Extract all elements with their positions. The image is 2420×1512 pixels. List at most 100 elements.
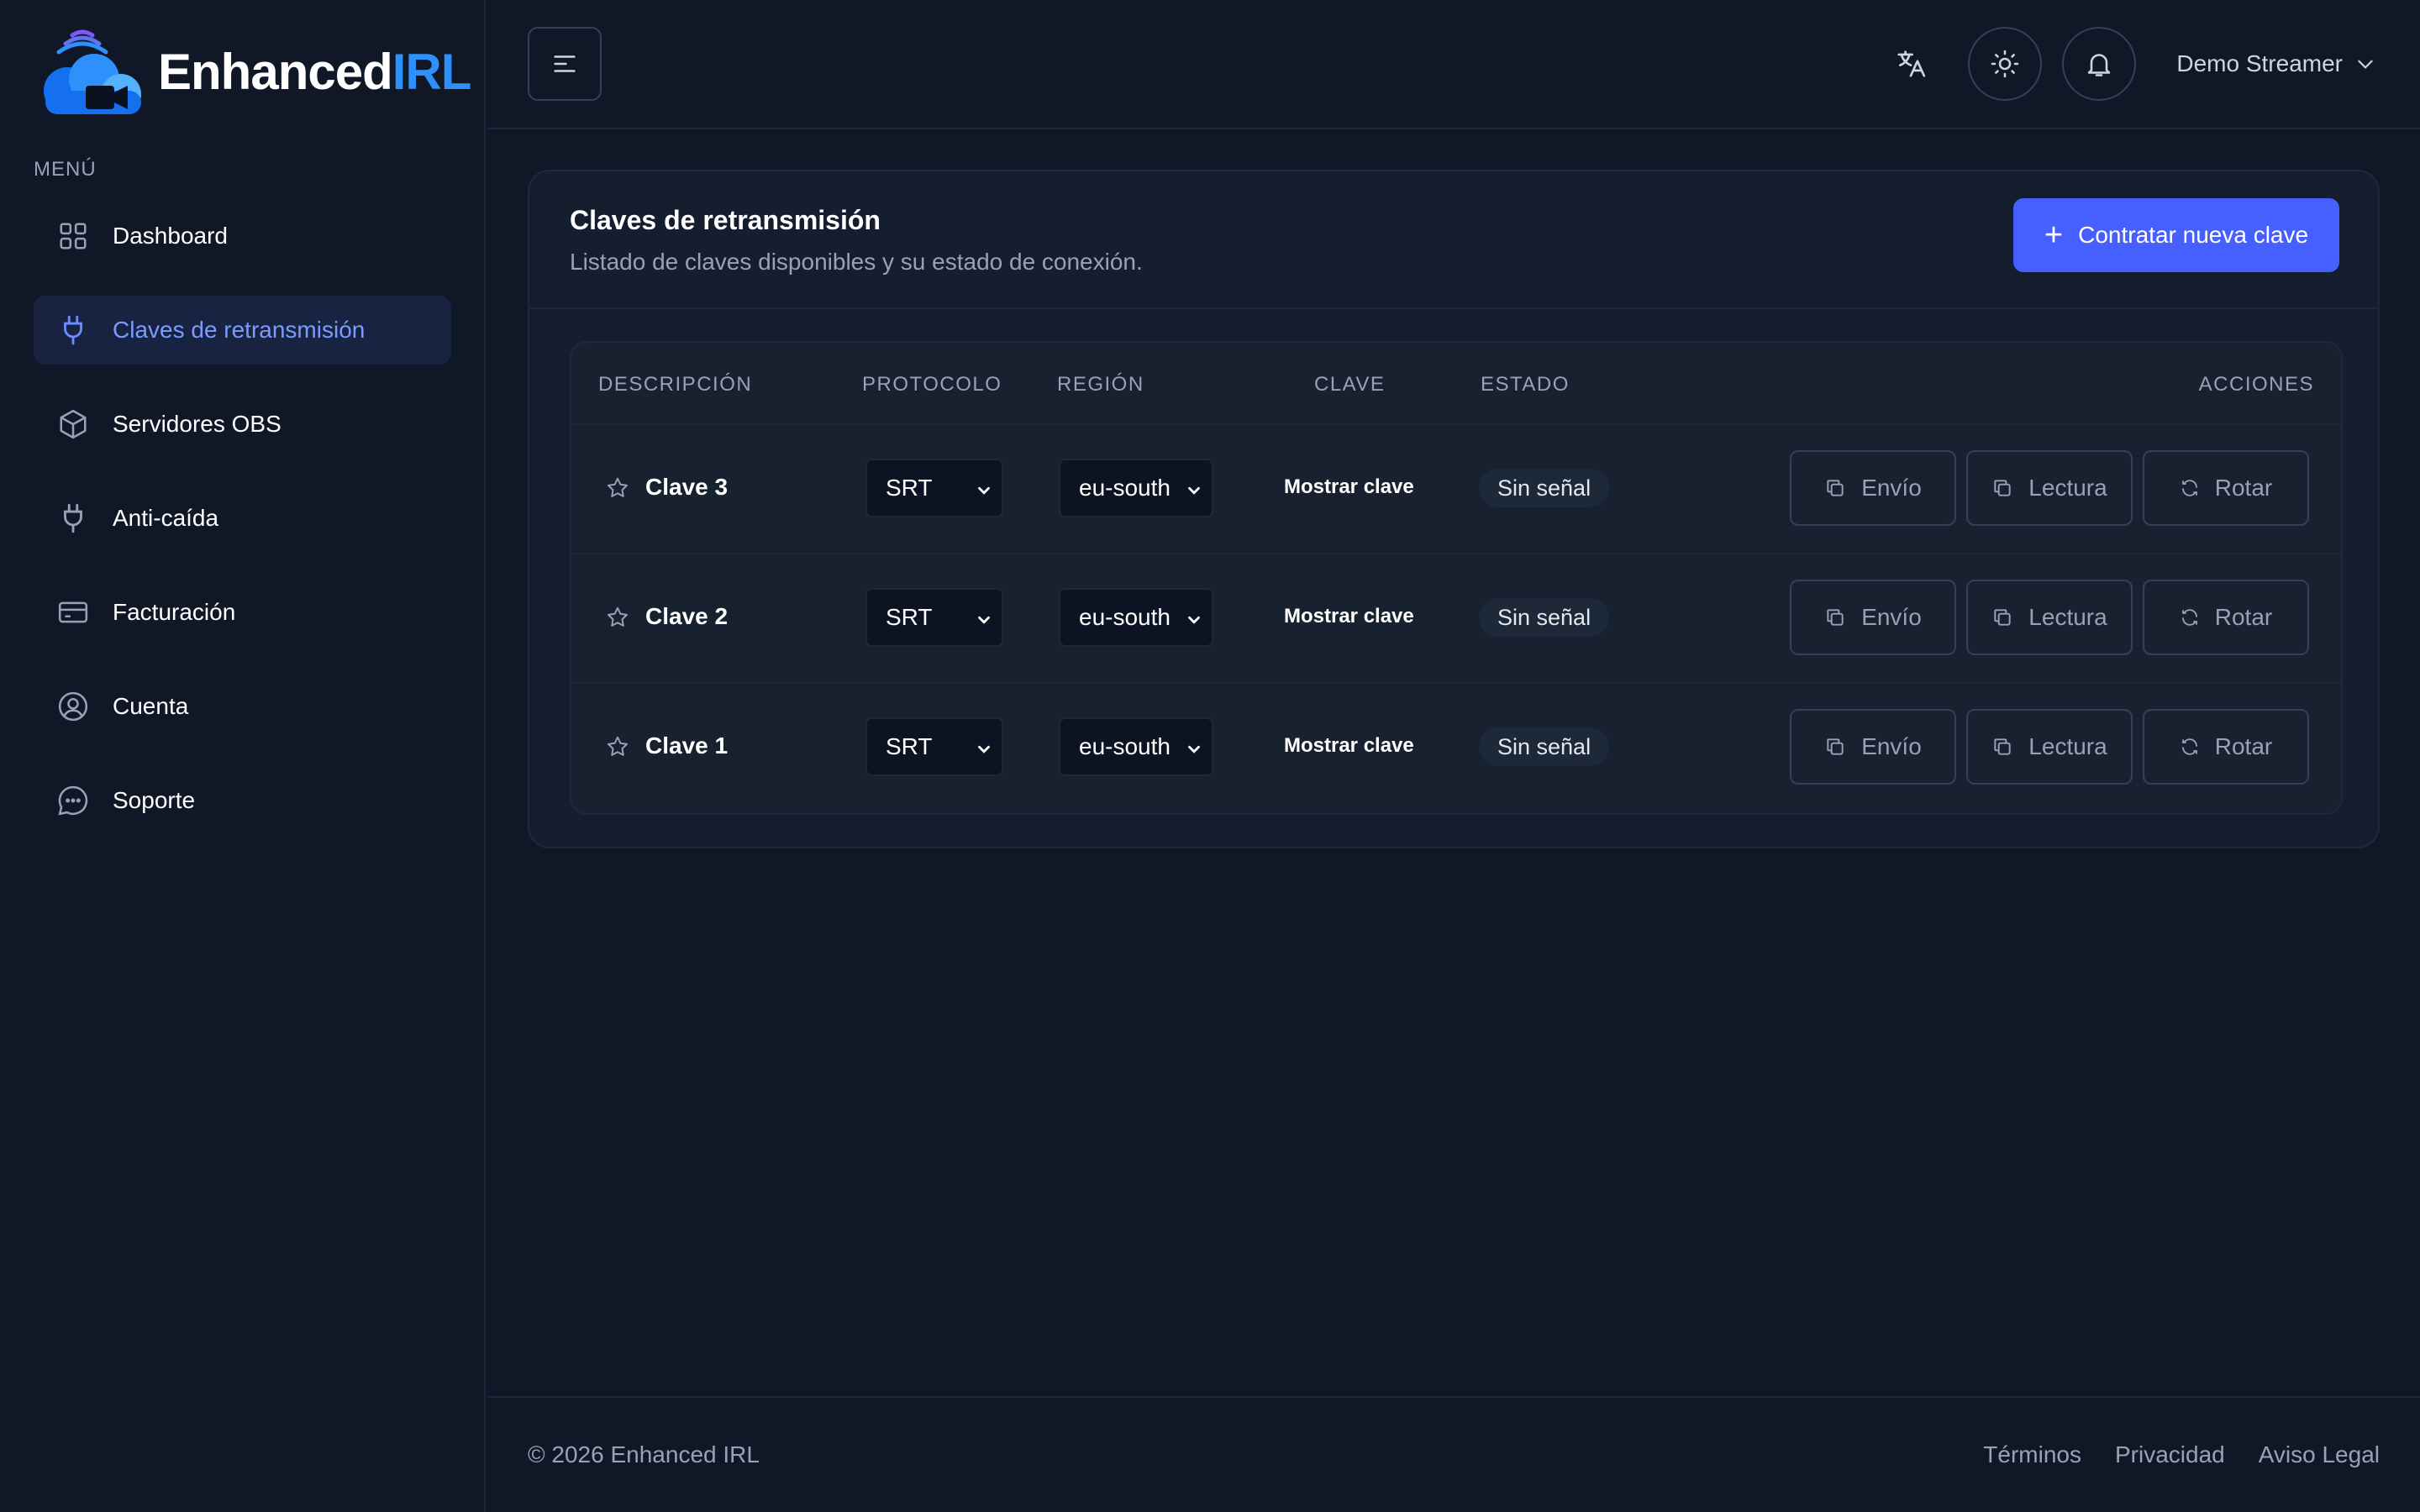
protocol-select-value: SRT (886, 604, 933, 630)
copy-icon (1827, 738, 1844, 755)
star-icon[interactable] (605, 605, 630, 630)
chevron-down-icon (978, 486, 990, 495)
new-key-button-label: Contratar nueva clave (2078, 222, 2309, 248)
stream-keys-table: DESCRIPCIÓN PROTOCOLO REGIÓN CLAVE ESTAD… (570, 341, 2343, 815)
notifications-button[interactable] (2062, 27, 2136, 101)
rotate-key-button[interactable]: Rotar (2143, 709, 2309, 785)
chevron-down-icon (978, 745, 990, 753)
sidebar-item-support[interactable]: Soporte (34, 766, 451, 835)
copy-read-label: Lectura (2028, 475, 2107, 501)
translate-icon (1897, 50, 1926, 77)
show-key-button[interactable]: Mostrar clave (1284, 475, 1414, 499)
sidebar-item-obs-servers[interactable]: Servidores OBS (34, 390, 451, 459)
brand-name: EnhancedIRL (158, 43, 471, 101)
user-circle-icon (55, 689, 91, 724)
column-header-key: CLAVE (1314, 373, 1386, 396)
page-footer: © 2026 Enhanced IRL Términos Privacidad … (487, 1396, 2420, 1512)
credit-card-icon (55, 595, 91, 630)
region-select-value: eu-south (1079, 604, 1171, 630)
star-icon[interactable] (605, 734, 630, 759)
region-select[interactable]: eu-south (1059, 459, 1213, 517)
new-key-button[interactable]: + Contratar nueva clave (2013, 198, 2339, 272)
copy-send-label: Envío (1861, 733, 1922, 759)
cloud-camera-logo-icon (44, 29, 141, 114)
protocol-select[interactable]: SRT (865, 459, 1003, 517)
footer-link-terms[interactable]: Términos (1983, 1441, 2081, 1468)
table-header: DESCRIPCIÓN PROTOCOLO REGIÓN CLAVE ESTAD… (571, 343, 2341, 425)
page-subtitle: Listado de claves disponibles y su estad… (570, 249, 1143, 275)
footer-links: Términos Privacidad Aviso Legal (1949, 1441, 2380, 1468)
copyright-text: © 2026 Enhanced IRL (528, 1441, 760, 1467)
footer-link-legal[interactable]: Aviso Legal (2259, 1441, 2380, 1468)
copy-icon (1994, 480, 2011, 496)
star-icon[interactable] (605, 475, 630, 501)
user-menu[interactable]: Demo Streamer (2176, 27, 2376, 101)
brand-logo[interactable]: EnhancedIRL (34, 25, 471, 118)
copy-send-button[interactable]: Envío (1790, 580, 1956, 655)
sidebar-item-dashboard[interactable]: Dashboard (34, 202, 451, 270)
user-name: Demo Streamer (2176, 50, 2343, 76)
menu-icon (554, 55, 576, 72)
sun-icon (1991, 50, 2019, 78)
copy-read-label: Lectura (2028, 733, 2107, 759)
rotate-key-label: Rotar (2214, 733, 2273, 759)
sidebar-item-anti-drop[interactable]: Anti-caída (34, 484, 451, 553)
copy-icon (1827, 609, 1844, 626)
sidebar-item-account[interactable]: Cuenta (34, 672, 451, 741)
sidebar-item-label: Anti-caída (113, 505, 219, 531)
top-header: Demo Streamer (487, 0, 2420, 129)
protocol-select-value: SRT (886, 475, 933, 501)
sidebar-item-label: Servidores OBS (113, 411, 281, 437)
status-badge: Sin señal (1479, 469, 1610, 507)
chevron-down-icon (1188, 486, 1200, 495)
rotate-key-button[interactable]: Rotar (2143, 580, 2309, 655)
refresh-icon (2181, 480, 2197, 496)
protocol-select-value: SRT (886, 733, 933, 759)
menu-toggle-button[interactable] (528, 27, 602, 101)
sidebar-item-label: Facturación (113, 599, 236, 625)
copy-send-button[interactable]: Envío (1790, 450, 1956, 526)
region-select-value: eu-south (1079, 733, 1171, 759)
rotate-key-label: Rotar (2214, 604, 2273, 630)
copy-send-button[interactable]: Envío (1790, 709, 1956, 785)
column-header-region: REGIÓN (1057, 373, 1144, 396)
protocol-select[interactable]: SRT (865, 588, 1003, 647)
grid-icon (55, 218, 91, 254)
sidebar-item-billing[interactable]: Facturación (34, 578, 451, 647)
region-select[interactable]: eu-south (1059, 717, 1213, 776)
sidebar-item-label: Claves de retransmisión (113, 317, 366, 343)
column-header-status: ESTADO (1481, 373, 1570, 396)
footer-link-privacy[interactable]: Privacidad (2115, 1441, 2225, 1468)
copy-send-label: Envío (1861, 604, 1922, 630)
sidebar-item-label: Cuenta (113, 693, 189, 719)
page-title: Claves de retransmisión (570, 205, 881, 235)
table-row: Clave 1 SRT eu-south Mostrar clave Sin s… (571, 684, 2341, 813)
table-row: Clave 2 SRT eu-south Mostrar clave Sin s… (571, 554, 2341, 684)
table-row: Clave 3 SRT eu-south Mostrar clave Sin s… (571, 425, 2341, 554)
sidebar-item-label: Dashboard (113, 223, 228, 249)
theme-toggle-button[interactable] (1968, 27, 2042, 101)
protocol-select[interactable]: SRT (865, 717, 1003, 776)
show-key-button[interactable]: Mostrar clave (1284, 734, 1414, 758)
translate-button[interactable] (1874, 27, 1948, 101)
refresh-icon (2181, 609, 2197, 626)
sidebar-item-stream-keys[interactable]: Claves de retransmisión (34, 296, 451, 365)
chevron-down-icon (1188, 616, 1200, 624)
plug-icon (55, 312, 91, 348)
region-select[interactable]: eu-south (1059, 588, 1213, 647)
chat-bubble-icon (55, 783, 91, 818)
sidebar: EnhancedIRL MENÚ Dashboard Claves de ret… (0, 0, 486, 1512)
copy-read-button[interactable]: Lectura (1966, 580, 2133, 655)
chevron-down-icon (978, 616, 990, 624)
bell-icon (2087, 54, 2111, 76)
chevron-down-icon (1188, 745, 1200, 753)
rotate-key-button[interactable]: Rotar (2143, 450, 2309, 526)
copy-read-button[interactable]: Lectura (1966, 450, 2133, 526)
copy-icon (1827, 480, 1844, 496)
column-header-description: DESCRIPCIÓN (598, 373, 753, 396)
copy-read-button[interactable]: Lectura (1966, 709, 2133, 785)
show-key-button[interactable]: Mostrar clave (1284, 605, 1414, 628)
stream-keys-card: Claves de retransmisión Listado de clave… (528, 170, 2380, 848)
column-header-actions: ACCIONES (2198, 373, 2314, 396)
cube-icon (55, 407, 91, 442)
